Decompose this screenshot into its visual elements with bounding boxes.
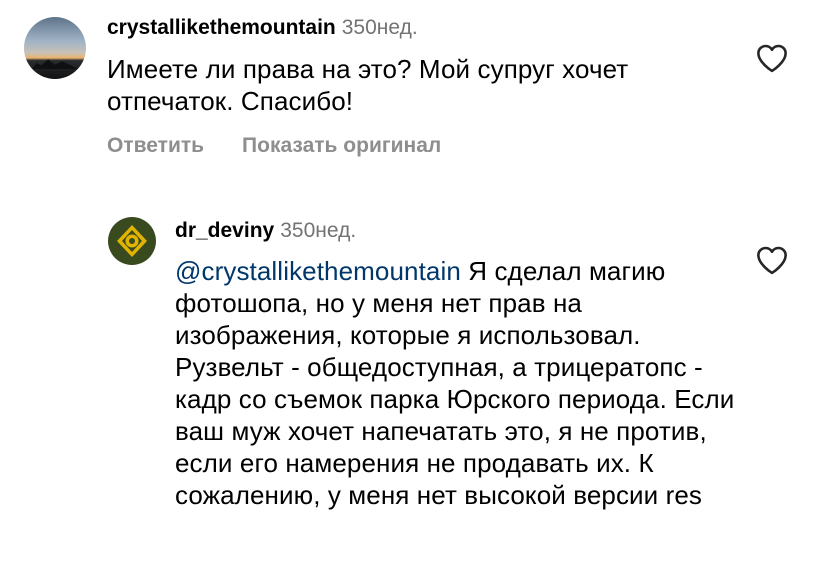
heart-icon[interactable] <box>755 43 789 73</box>
comment-header: crystallikethemountain 350нед. <box>107 16 418 40</box>
mountain-silhouette-icon <box>32 59 78 69</box>
username-link[interactable]: dr_deviny <box>175 219 274 242</box>
dd-logo-icon <box>117 225 147 257</box>
avatar[interactable] <box>24 17 86 79</box>
comment-actions: Ответить Показать оригинал <box>107 134 441 158</box>
comment-text: Имеете ли права на это? Мой супруг хочет… <box>107 54 629 116</box>
avatar[interactable] <box>108 217 156 265</box>
comment-body: Я сделал магию фотошопа, но у меня нет п… <box>175 256 735 510</box>
comment-header: dr_deviny 350нед. <box>175 219 356 243</box>
show-original-button[interactable]: Показать оригинал <box>242 134 441 158</box>
reply-button[interactable]: Ответить <box>107 134 204 158</box>
comment-age: 350нед. <box>341 16 418 39</box>
username-link[interactable]: crystallikethemountain <box>107 16 336 39</box>
mention-link[interactable]: @crystallikethemountain <box>175 256 461 286</box>
comment-age: 350нед. <box>280 219 357 242</box>
heart-icon[interactable] <box>755 245 789 275</box>
comment-text: @crystallikethemountain Я сделал магию ф… <box>175 255 750 511</box>
